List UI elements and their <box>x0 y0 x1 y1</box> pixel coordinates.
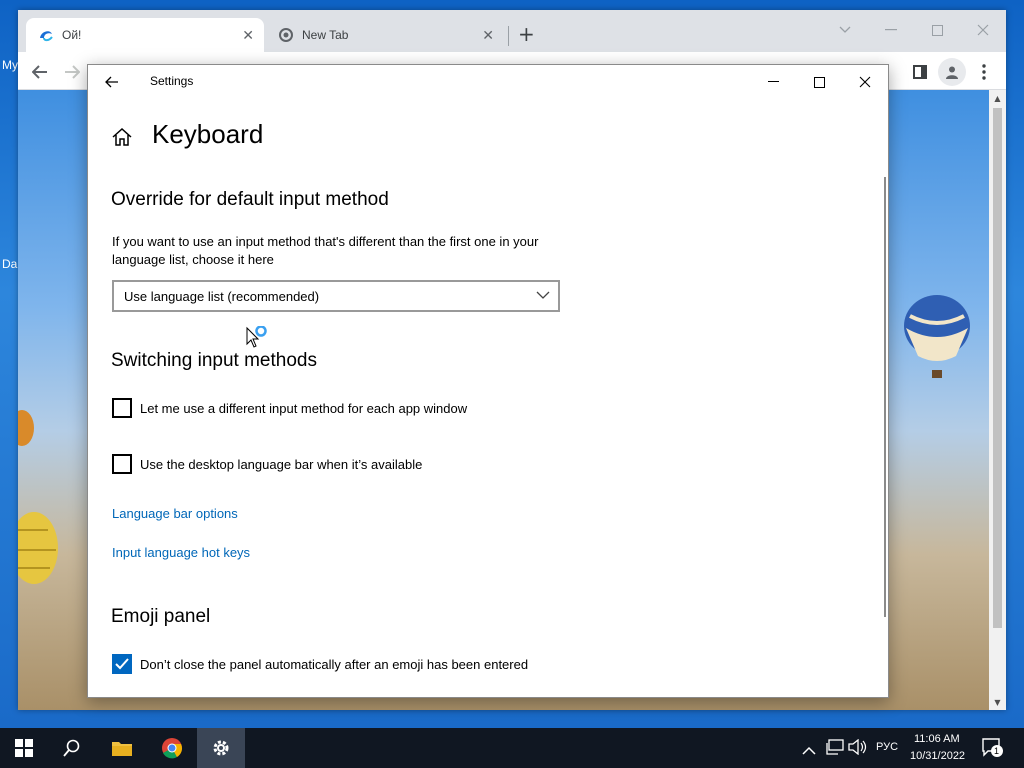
checkbox[interactable] <box>112 454 132 474</box>
hot-air-balloon-image <box>904 295 970 378</box>
checkbox-label: Don’t close the panel automatically afte… <box>140 656 529 672</box>
new-tab-button[interactable]: + <box>518 24 535 44</box>
hot-air-balloon-image <box>18 410 34 446</box>
chrome-icon[interactable] <box>148 728 196 768</box>
home-icon[interactable] <box>110 125 134 149</box>
volume-icon[interactable] <box>848 738 868 759</box>
tab-new-tab[interactable]: New Tab ✕ <box>266 18 504 52</box>
close-window-icon[interactable] <box>842 65 888 99</box>
tab-title: Ой! <box>62 28 82 42</box>
notification-count: 1 <box>994 746 1000 756</box>
checkbox-checked[interactable] <box>112 654 132 674</box>
input-language-indicator[interactable]: РУС <box>876 741 898 753</box>
close-window-icon[interactable] <box>960 16 1006 44</box>
language-bar-checkbox-row[interactable]: Use the desktop language bar when it’s a… <box>112 453 422 475</box>
maximize-icon[interactable] <box>796 65 842 99</box>
tab-divider <box>508 26 509 46</box>
clock-date[interactable]: 10/31/2022 <box>910 750 965 762</box>
tab-strip: Ой! ✕ New Tab ✕ + <box>18 10 1006 52</box>
settings-window: Settings Keyboard Override for default i… <box>87 64 889 698</box>
taskbar: РУС 11:06 AM 10/31/2022 1 <box>0 728 1024 768</box>
start-icon[interactable] <box>0 728 48 768</box>
menu-dots-icon[interactable] <box>970 58 998 86</box>
forward-arrow-icon[interactable] <box>58 58 86 86</box>
window-title: Settings <box>150 74 194 88</box>
maximize-icon[interactable] <box>914 16 960 44</box>
page-scrollbar[interactable]: ▲ ▼ <box>989 90 1006 710</box>
back-arrow-icon[interactable] <box>100 71 124 93</box>
edge-favicon-icon <box>38 27 54 43</box>
file-explorer-icon[interactable] <box>98 728 146 768</box>
checkbox-label: Let me use a different input method for … <box>140 400 468 416</box>
scroll-down-icon[interactable]: ▼ <box>989 694 1006 710</box>
notification-icon[interactable]: 1 <box>982 738 1004 762</box>
checkbox[interactable] <box>112 398 132 418</box>
minimize-icon[interactable] <box>750 65 796 99</box>
tab-title: New Tab <box>302 28 349 42</box>
settings-titlebar: Settings <box>88 65 888 99</box>
clock-time[interactable]: 11:06 AM <box>914 733 960 745</box>
per-app-input-checkbox-row[interactable]: Let me use a different input method for … <box>112 397 467 419</box>
scroll-up-icon[interactable]: ▲ <box>989 90 1006 106</box>
sidebar-icon[interactable] <box>906 58 934 86</box>
scroll-thumb[interactable] <box>993 108 1002 628</box>
dropdown-value: Use language list (recommended) <box>124 289 320 304</box>
emoji-panel-checkbox-row[interactable]: Don’t close the panel automatically afte… <box>112 653 528 675</box>
override-description: If you want to use an input method that'… <box>112 234 539 267</box>
desktop-icon-label[interactable]: Da <box>2 257 17 271</box>
section-heading-switching: Switching input methods <box>111 350 317 371</box>
checkbox-label: Use the desktop language bar when it’s a… <box>140 456 423 472</box>
desktop-icon-label[interactable]: My <box>2 58 18 72</box>
busy-cursor-icon <box>246 326 267 348</box>
tab-search-icon[interactable] <box>822 16 868 44</box>
back-arrow-icon[interactable] <box>26 58 54 86</box>
chrome-favicon-icon <box>278 27 294 43</box>
section-heading-override: Override for default input method <box>111 189 389 210</box>
settings-icon[interactable] <box>197 728 245 768</box>
close-icon[interactable]: ✕ <box>242 27 254 44</box>
minimize-icon[interactable] <box>868 16 914 44</box>
search-icon[interactable] <box>48 728 96 768</box>
hot-air-balloon-image <box>18 512 58 584</box>
section-heading-emoji: Emoji panel <box>111 606 211 627</box>
page-title: Keyboard <box>152 119 264 149</box>
chevron-up-icon[interactable] <box>802 741 816 760</box>
chevron-down-icon <box>536 291 550 299</box>
input-language-hotkeys-link[interactable]: Input language hot keys <box>112 545 250 560</box>
input-method-dropdown[interactable]: Use language list (recommended) <box>112 280 560 312</box>
network-icon[interactable] <box>826 739 844 759</box>
tab-active[interactable]: Ой! ✕ <box>26 18 264 52</box>
settings-scrollbar[interactable] <box>884 177 886 617</box>
profile-icon[interactable] <box>938 58 966 86</box>
checkmark-icon <box>115 658 129 670</box>
language-bar-options-link[interactable]: Language bar options <box>112 506 238 521</box>
close-icon[interactable]: ✕ <box>482 27 494 44</box>
